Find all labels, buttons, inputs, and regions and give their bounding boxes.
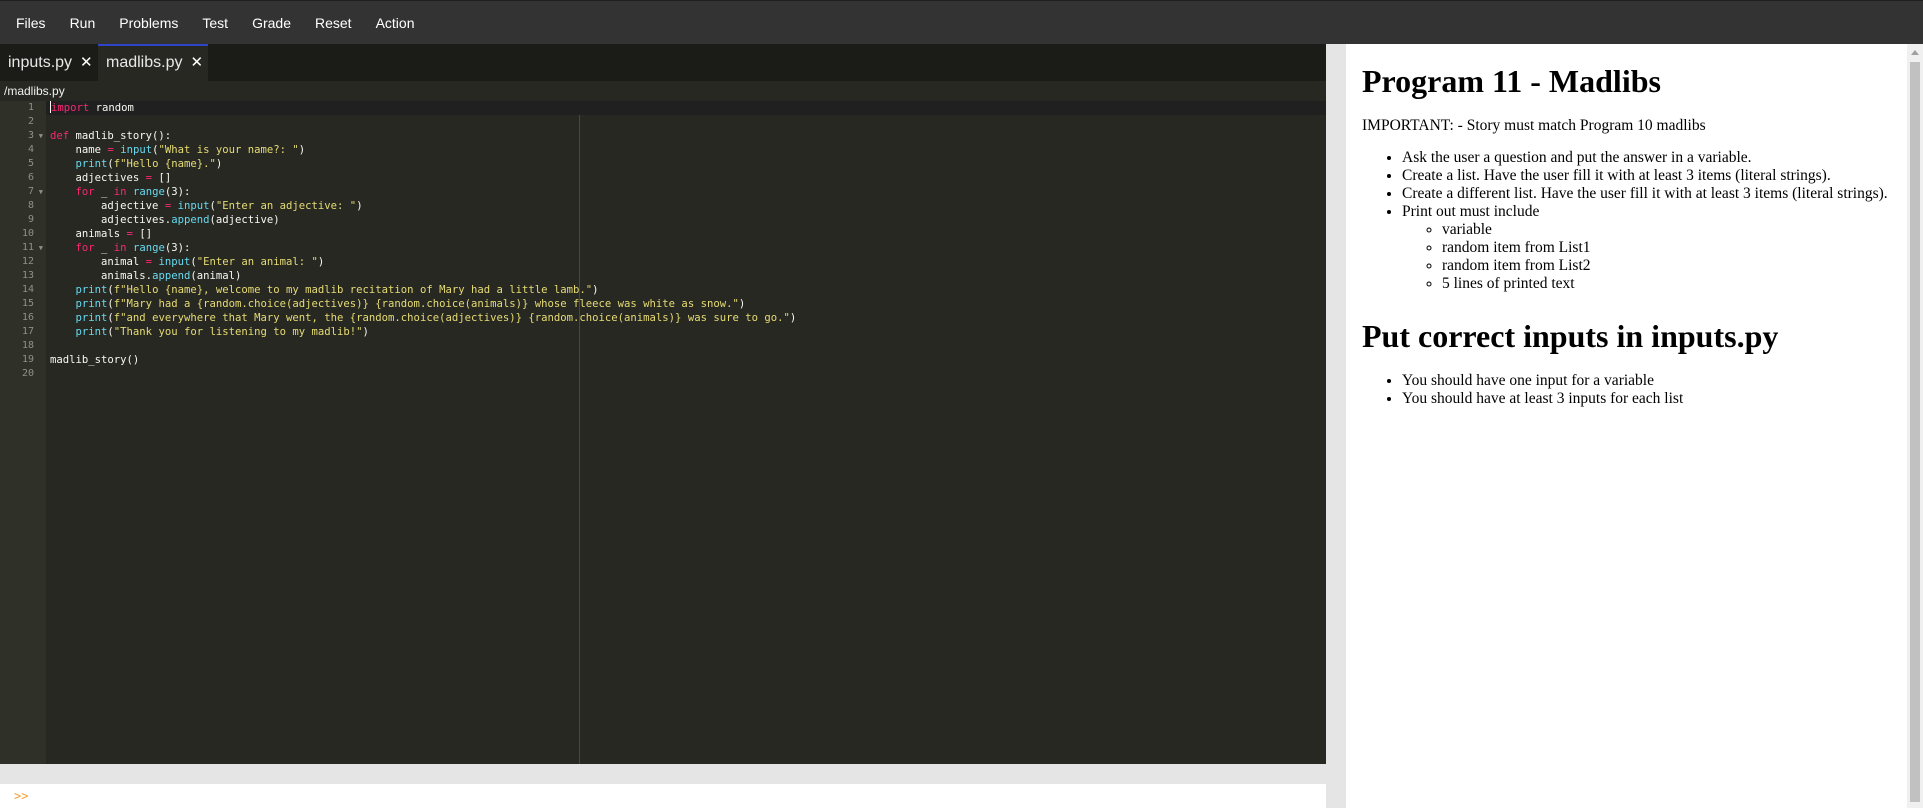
editor-area: inputs.py ✕ madlibs.py ✕ /madlibs.py 1 2 3… [0,44,1326,764]
line-gutter: 1 2 3 ▼ 4 5 6 7 ▼ 8 9 10 11 ▼ 12 13 14 15 1… [0,101,46,764]
line-number: 6 [27,172,34,183]
code-line: for _ in range(3): [75,186,191,198]
print-requirements-list: variable random item from List1 random i… [1442,221,1907,293]
line-number: 4 [27,144,34,155]
code-line: adjectives = [] [50,172,172,184]
code-line: adjective = input("Enter an adjective: "… [50,200,363,212]
list-item: random item from List2 [1442,257,1907,275]
list-item: 5 lines of printed text [1442,275,1907,293]
line-number: 19 [21,354,34,365]
line-number: 3 ▼ [27,129,43,143]
menu-grade[interactable]: Grade [240,1,303,45]
file-path: /madlibs.py [0,81,1326,101]
close-icon[interactable]: ✕ [190,54,203,71]
line-number: 15 [21,298,34,309]
tab-label: inputs.py [8,54,73,71]
tab-inputs-py[interactable]: inputs.py ✕ [0,44,98,81]
code-line: animals = [] [50,228,153,240]
inputs-list: You should have one input for a variable… [1402,372,1907,408]
console[interactable]: >> [0,784,1326,808]
fold-arrow-icon[interactable]: ▼ [39,129,43,143]
tab-madlibs-py[interactable]: madlibs.py ✕ [98,44,208,81]
line-number: 7 ▼ [27,185,43,199]
list-item: You should have one input for a variable [1402,372,1907,390]
line-number: 20 [21,368,34,379]
console-prompt: >> [14,789,29,803]
line-number: 17 [21,326,34,337]
code-line: adjectives.append(adjective) [50,214,280,226]
line-number: 10 [21,228,34,239]
close-icon[interactable]: ✕ [80,54,93,71]
list-item: You should have at least 3 inputs for ea… [1402,390,1907,408]
code-line: print("Thank you for listening to my mad… [75,326,369,338]
menu-problems[interactable]: Problems [107,1,190,45]
list-item: Print out must include variable random i… [1402,203,1907,293]
code-line: animals.append(animal) [50,270,242,282]
code-line: def madlib_story(): [50,130,172,142]
line-number: 2 [27,116,34,127]
line-number: 14 [21,284,34,295]
line-number: 11 ▼ [21,241,43,255]
code-editor[interactable]: import random def madlib_story(): name = … [46,101,1326,764]
menu-action[interactable]: Action [364,1,427,45]
panel-scrollbar[interactable] [1907,44,1923,808]
code-line: for _ in range(3): [75,242,191,254]
code-line: print(f"and everywhere that Mary went, t… [75,312,797,324]
menu-bar: Files Run Problems Test Grade Reset Acti… [0,0,1923,44]
important-note: IMPORTANT: - Story must match Program 10… [1362,117,1706,135]
line-number: 8 [27,200,34,211]
panel-splitter[interactable] [1326,44,1346,808]
scroll-up-arrow-icon[interactable] [1911,50,1919,55]
list-item: random item from List1 [1442,239,1907,257]
list-item: Create a different list. Have the user f… [1402,185,1907,203]
list-item: Ask the user a question and put the answ… [1402,149,1907,167]
menu-test[interactable]: Test [190,1,240,45]
inputs-heading: Put correct inputs in inputs.py [1362,318,1779,355]
code-line: print(f"Mary had a {random.choice(adject… [75,298,746,310]
code-line: import random [50,101,134,114]
code-line: print(f"Hello {name}, welcome to my madl… [75,284,599,296]
list-item-label: Print out must include [1402,203,1540,221]
line-number: 5 [27,158,34,169]
console-divider[interactable] [0,764,1326,784]
list-item: variable [1442,221,1907,239]
code-line: print(f"Hello {name}.") [75,158,223,170]
requirements-list: Ask the user a question and put the answ… [1402,149,1907,293]
line-number: 13 [21,270,34,281]
fold-arrow-icon[interactable]: ▼ [39,185,43,199]
list-item: Create a list. Have the user fill it wit… [1402,167,1907,185]
instructions-title: Program 11 - Madlibs [1362,63,1661,99]
line-number: 12 [21,256,34,267]
line-number: 9 [27,214,34,225]
scrollbar-thumb[interactable] [1910,62,1920,802]
tab-bar: inputs.py ✕ madlibs.py ✕ [0,44,1326,81]
menu-reset[interactable]: Reset [303,1,364,45]
print-margin [579,115,580,764]
tab-label: madlibs.py [106,54,183,71]
menu-files[interactable]: Files [4,1,58,45]
instructions-panel: Program 11 - Madlibs IMPORTANT: - Story … [1346,44,1907,808]
line-number: 18 [21,340,34,351]
line-number: 1 [27,102,34,113]
code-line: madlib_story() [50,354,140,366]
code-line: animal = input("Enter an animal: ") [50,256,325,268]
menu-run[interactable]: Run [58,1,108,45]
line-number: 16 [21,312,34,323]
fold-arrow-icon[interactable]: ▼ [39,241,43,255]
code-line: name = input("What is your name?: ") [50,144,306,156]
active-line-highlight [46,101,1326,115]
